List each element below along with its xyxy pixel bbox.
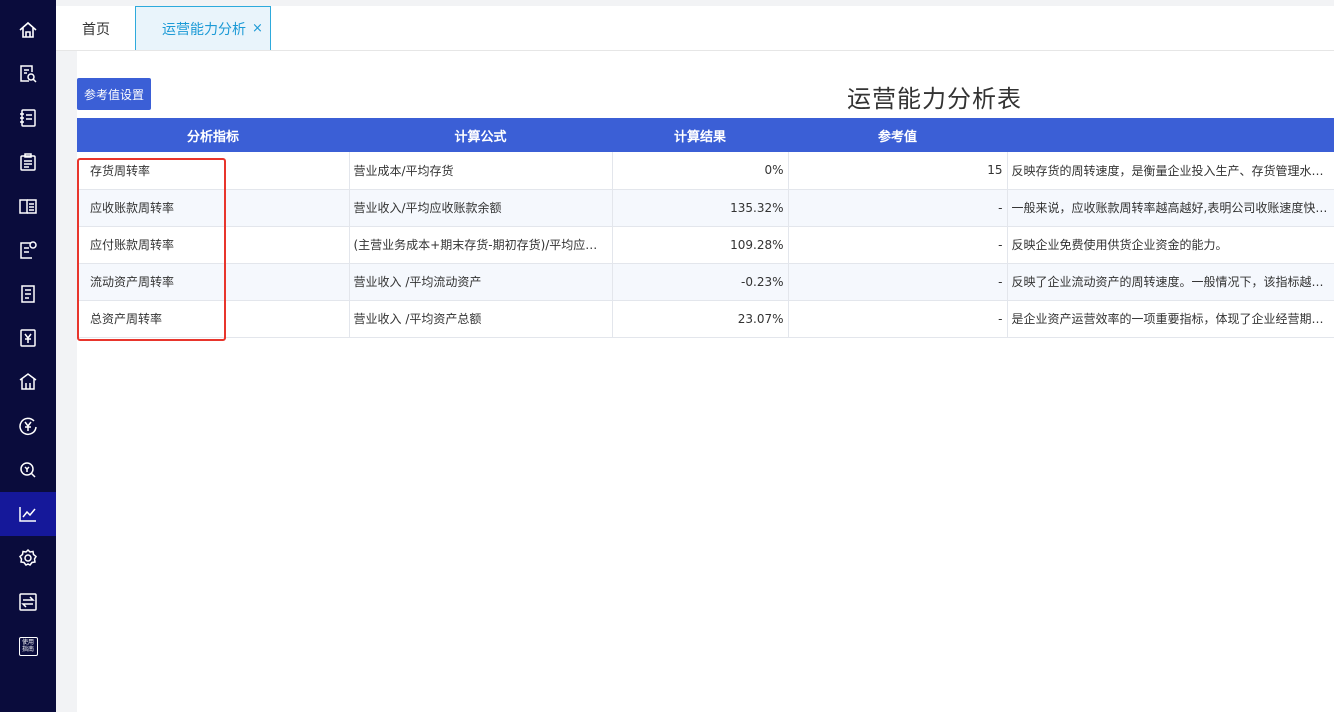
- yen-document-icon: [20, 329, 36, 347]
- formula-cell: 营业收入/平均应收账款余额: [349, 189, 613, 227]
- indicator-cell: 总资产周转率: [77, 300, 350, 338]
- reference-cell: 15: [788, 152, 1008, 190]
- sidebar-item-yen-document[interactable]: [0, 316, 56, 360]
- book-icon: [19, 199, 37, 214]
- sidebar-item-analysis[interactable]: [0, 492, 56, 536]
- reference-cell: -: [788, 189, 1008, 227]
- content-panel: 参考值设置 运营能力分析表 分析指标 计算公式 计算结果 参考值 存货周转率 营…: [77, 51, 1334, 712]
- home-icon: [19, 21, 37, 38]
- formula-cell: 营业成本/平均存货: [349, 152, 613, 190]
- transfer-icon: [19, 593, 37, 611]
- sidebar-item-transfer[interactable]: [0, 580, 56, 624]
- sidebar-item-bank[interactable]: [0, 360, 56, 404]
- tab-operating-analysis[interactable]: 运营能力分析 ×: [135, 6, 271, 50]
- table-row[interactable]: 应付账款周转率 (主营业务成本+期末存货-期初存货)/平均应付账款 109.28…: [77, 226, 1334, 264]
- guide-icon: 使用 指南: [18, 636, 38, 656]
- formula-cell: (主营业务成本+期末存货-期初存货)/平均应付账款: [349, 226, 613, 264]
- yen-circle-icon: [19, 417, 37, 436]
- reference-cell: -: [788, 300, 1008, 338]
- header-result: 计算结果: [673, 129, 726, 145]
- ledger-icon: [20, 109, 36, 127]
- description-cell: 反映企业免费使用供货企业资金的能力。: [1007, 226, 1334, 264]
- clipboard-icon: [20, 153, 36, 171]
- table-row[interactable]: 存货周转率 营业成本/平均存货 0% 15 反映存货的周转速度，是衡量企业投入生…: [77, 152, 1334, 190]
- sidebar-item-clipboard[interactable]: [0, 140, 56, 184]
- description-cell: 反映存货的周转速度，是衡量企业投入生产、存货管理水平、: [1007, 152, 1334, 190]
- sidebar-item-book[interactable]: [0, 184, 56, 228]
- table-row[interactable]: 流动资产周转率 营业收入 /平均流动资产 -0.23% - 反映了企业流动资产的…: [77, 263, 1334, 301]
- formula-cell: 营业收入 /平均流动资产: [349, 263, 613, 301]
- page-title: 运营能力分析表: [847, 85, 1022, 113]
- description-cell: 反映了企业流动资产的周转速度。一般情况下，该指标越高，: [1007, 263, 1334, 301]
- gear-icon: [19, 548, 37, 566]
- sidebar-item-yen-circle[interactable]: [0, 404, 56, 448]
- sidebar: 使用 指南: [0, 0, 56, 712]
- sidebar-item-invoice[interactable]: [0, 228, 56, 272]
- header-indicator: 分析指标: [186, 129, 239, 145]
- description-cell: 是企业资产运营效率的一项重要指标，体现了企业经营期间全: [1007, 300, 1334, 338]
- report-icon: [21, 285, 35, 303]
- result-cell: 135.32%: [612, 189, 789, 227]
- tab-home[interactable]: 首页: [82, 6, 110, 51]
- header-reference: 参考值: [877, 129, 917, 145]
- bank-icon: [19, 373, 37, 390]
- sidebar-item-voucher-search[interactable]: [0, 52, 56, 96]
- tab-home-label: 首页: [82, 21, 110, 38]
- chart-line-icon: [19, 507, 36, 522]
- reference-cell: -: [788, 226, 1008, 264]
- table-row[interactable]: 总资产周转率 营业收入 /平均资产总额 23.07% - 是企业资产运营效率的一…: [77, 300, 1334, 338]
- indicator-cell: 流动资产周转率: [77, 263, 350, 301]
- sidebar-item-home[interactable]: [0, 8, 56, 52]
- sidebar-item-report[interactable]: [0, 272, 56, 316]
- sidebar-item-guide[interactable]: 使用 指南: [0, 624, 56, 668]
- reference-settings-button[interactable]: 参考值设置: [77, 78, 151, 110]
- analysis-table: 分析指标 计算公式 计算结果 参考值 存货周转率 营业成本/平均存货 0% 15…: [77, 118, 1334, 338]
- table-header-row: 分析指标 计算公式 计算结果 参考值: [77, 118, 1334, 152]
- description-cell: 一般来说，应收账款周转率越高越好,表明公司收账速度快，平: [1007, 189, 1334, 227]
- formula-cell: 营业收入 /平均资产总额: [349, 300, 613, 338]
- result-cell: -0.23%: [612, 263, 789, 301]
- indicator-cell: 存货周转率: [77, 152, 350, 190]
- document-search-icon: [20, 65, 37, 83]
- result-cell: 109.28%: [612, 226, 789, 264]
- sidebar-item-ledger[interactable]: [0, 96, 56, 140]
- result-cell: 0%: [612, 152, 789, 190]
- header-description: [1007, 118, 1334, 152]
- sidebar-item-settings[interactable]: [0, 536, 56, 580]
- indicator-cell: 应付账款周转率: [77, 226, 350, 264]
- close-icon[interactable]: ×: [252, 21, 263, 36]
- header-formula: 计算公式: [454, 129, 507, 145]
- table-row[interactable]: 应收账款周转率 营业收入/平均应收账款余额 135.32% - 一般来说，应收账…: [77, 189, 1334, 227]
- indicator-cell: 应收账款周转率: [77, 189, 350, 227]
- reference-cell: -: [788, 263, 1008, 301]
- invoice-icon: [20, 241, 37, 259]
- money-search-icon: [20, 462, 36, 478]
- tab-active-label: 运营能力分析: [162, 21, 246, 38]
- tab-bar: 首页 运营能力分析 ×: [56, 6, 1334, 51]
- result-cell: 23.07%: [612, 300, 789, 338]
- sidebar-item-money-search[interactable]: [0, 448, 56, 492]
